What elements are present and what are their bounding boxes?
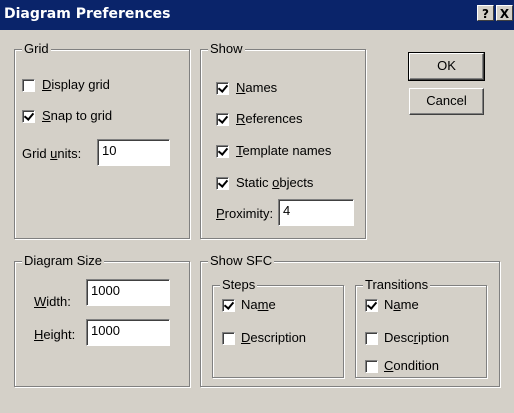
steps-description-label[interactable]: Description xyxy=(241,330,306,346)
width-input[interactable]: 1000 xyxy=(86,279,170,306)
snap-to-grid-checkbox[interactable] xyxy=(22,110,35,123)
window-title: Diagram Preferences xyxy=(4,6,171,22)
static-objects-checkbox[interactable] xyxy=(216,177,229,190)
diagram-size-group-title: Diagram Size xyxy=(22,253,105,269)
references-label[interactable]: References xyxy=(236,111,302,127)
help-button[interactable]: ? xyxy=(477,5,494,21)
steps-name-checkbox[interactable] xyxy=(222,299,235,312)
height-label: Height: xyxy=(34,327,76,342)
names-checkbox[interactable] xyxy=(216,82,229,95)
proximity-input[interactable]: 4 xyxy=(278,199,354,226)
transitions-condition-label[interactable]: Condition xyxy=(384,358,439,374)
steps-name-label[interactable]: Name xyxy=(241,297,276,313)
close-button[interactable]: X xyxy=(496,5,513,21)
static-objects-label[interactable]: Static objects xyxy=(236,175,313,191)
proximity-label: Proximity: xyxy=(216,206,274,221)
template-names-checkbox[interactable] xyxy=(216,145,229,158)
grid-group-title: Grid xyxy=(22,41,51,57)
ok-button[interactable]: OK xyxy=(408,52,485,81)
show-sfc-group-title: Show SFC xyxy=(208,253,275,269)
references-checkbox[interactable] xyxy=(216,113,229,126)
cancel-button[interactable]: Cancel xyxy=(409,88,484,115)
transitions-group-title: Transitions xyxy=(363,277,431,293)
title-bar[interactable]: Diagram Preferences ? X xyxy=(0,0,514,30)
width-label: Width: xyxy=(34,294,71,309)
snap-to-grid-label[interactable]: Snap to grid xyxy=(42,108,112,124)
diagram-preferences-dialog: Diagram Preferences ? X Grid Display gri… xyxy=(0,0,514,413)
grid-units-input[interactable]: 10 xyxy=(97,139,170,166)
transitions-condition-checkbox[interactable] xyxy=(365,360,378,373)
steps-description-checkbox[interactable] xyxy=(222,332,235,345)
display-grid-label[interactable]: Display grid xyxy=(42,77,110,93)
transitions-description-checkbox[interactable] xyxy=(365,332,378,345)
height-input[interactable]: 1000 xyxy=(86,319,170,346)
show-group-title: Show xyxy=(208,41,245,57)
grid-units-label: Grid units: xyxy=(22,146,82,161)
transitions-name-label[interactable]: Name xyxy=(384,297,419,313)
transitions-name-checkbox[interactable] xyxy=(365,299,378,312)
steps-group-title: Steps xyxy=(220,277,258,293)
transitions-description-label[interactable]: Description xyxy=(384,330,449,346)
template-names-label[interactable]: Template names xyxy=(236,143,331,159)
display-grid-checkbox[interactable] xyxy=(22,79,35,92)
names-label[interactable]: Names xyxy=(236,80,277,96)
